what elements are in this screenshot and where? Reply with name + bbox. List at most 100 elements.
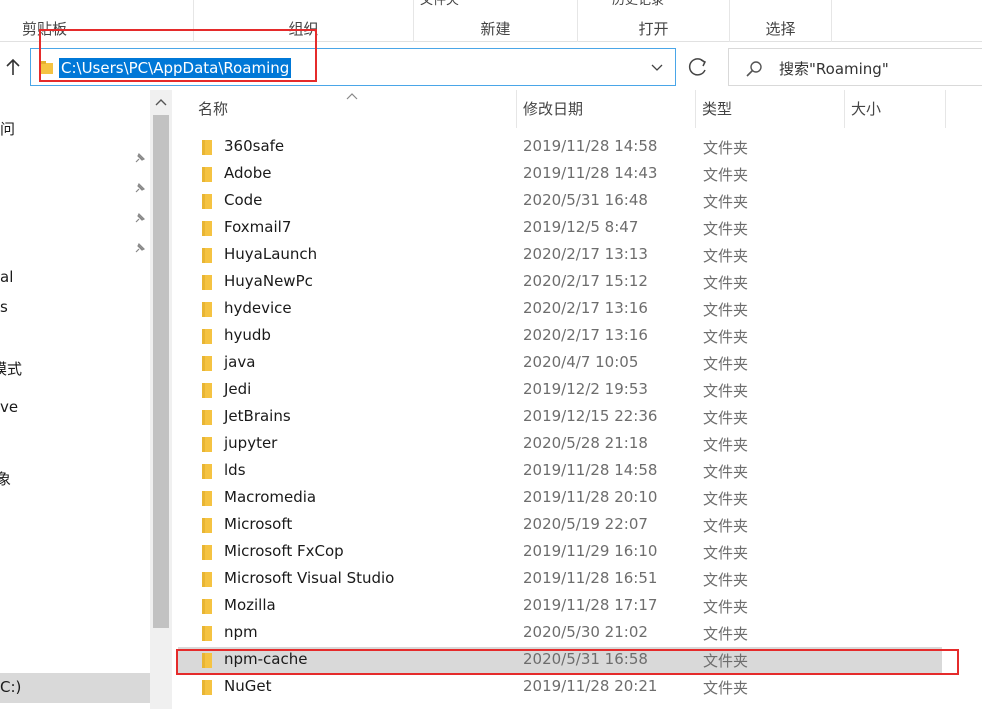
- table-row[interactable]: JetBrains 2019/12/15 22:36 文件夹: [172, 404, 982, 431]
- table-row[interactable]: npm 2020/5/30 21:02 文件夹: [172, 620, 982, 647]
- column-date[interactable]: 修改日期: [517, 90, 696, 128]
- table-row[interactable]: HuyaLaunch 2020/2/17 13:13 文件夹: [172, 242, 982, 269]
- nav-item-drive-c[interactable]: C:): [0, 678, 21, 696]
- pin-icon[interactable]: [133, 241, 147, 255]
- file-date: 2019/11/28 14:58: [523, 461, 658, 479]
- file-type: 文件夹: [703, 220, 749, 238]
- nav-item[interactable]: al: [0, 268, 13, 286]
- table-row[interactable]: Foxmail7 2019/12/5 8:47 文件夹: [172, 215, 982, 242]
- folder-icon: [202, 140, 212, 155]
- file-name: Jedi: [224, 380, 252, 398]
- file-type: 文件夹: [703, 463, 749, 481]
- file-date: 2019/12/2 19:53: [523, 380, 648, 398]
- scroll-thumb[interactable]: [153, 115, 169, 628]
- file-type: 文件夹: [703, 598, 749, 616]
- table-row[interactable]: java 2020/4/7 10:05 文件夹: [172, 350, 982, 377]
- table-row[interactable]: Macromedia 2019/11/28 20:10 文件夹: [172, 485, 982, 512]
- file-name: hyudb: [224, 326, 271, 344]
- pin-icon[interactable]: [133, 151, 147, 165]
- chevron-down-icon[interactable]: [651, 62, 663, 72]
- table-row[interactable]: Microsoft FxCop 2019/11/29 16:10 文件夹: [172, 539, 982, 566]
- file-type: 文件夹: [703, 652, 749, 670]
- table-row[interactable]: Adobe 2019/11/28 14:43 文件夹: [172, 161, 982, 188]
- address-path[interactable]: C:\Users\PC\AppData\Roaming: [59, 58, 292, 78]
- file-name: npm: [224, 623, 258, 641]
- file-date: 2020/2/17 15:12: [523, 272, 648, 290]
- ribbon-group-clipboard[interactable]: 剪贴板: [0, 0, 194, 42]
- table-row[interactable]: HuyaNewPc 2020/2/17 15:12 文件夹: [172, 269, 982, 296]
- file-name: hydevice: [224, 299, 292, 317]
- nav-item[interactable]: 问: [0, 118, 15, 139]
- search-placeholder: 搜索"Roaming": [779, 60, 889, 78]
- ribbon-group-select[interactable]: 选择: [730, 0, 832, 42]
- folder-icon: [202, 302, 212, 317]
- file-date: 2019/11/28 20:10: [523, 488, 658, 506]
- nav-item[interactable]: 象: [0, 468, 11, 489]
- table-row[interactable]: 360safe 2019/11/28 14:58 文件夹: [172, 134, 982, 161]
- file-date: 2019/11/28 14:58: [523, 137, 658, 155]
- pin-icon[interactable]: [133, 181, 147, 195]
- file-name: lds: [224, 461, 246, 479]
- column-type[interactable]: 类型: [696, 90, 845, 128]
- table-row[interactable]: hydevice 2020/2/17 13:16 文件夹: [172, 296, 982, 323]
- file-type: 文件夹: [703, 328, 749, 346]
- file-name: Foxmail7: [224, 218, 292, 236]
- table-row-selected[interactable]: npm-cache 2020/5/31 16:58 文件夹: [178, 647, 942, 674]
- table-row[interactable]: jupyter 2020/5/28 21:18 文件夹: [172, 431, 982, 458]
- ribbon: 剪贴板 组织 文件夹 新建 历史记录 打开 选择: [0, 0, 982, 42]
- ribbon-group-open[interactable]: 历史记录 打开: [578, 0, 730, 42]
- up-arrow-icon[interactable]: [4, 57, 22, 77]
- file-date: 2020/5/30 21:02: [523, 623, 648, 641]
- address-row: C:\Users\PC\AppData\Roaming 搜索"Roaming": [0, 42, 982, 90]
- file-name: JetBrains: [224, 407, 291, 425]
- folder-icon: [202, 410, 212, 425]
- table-row[interactable]: Code 2020/5/31 16:48 文件夹: [172, 188, 982, 215]
- search-input[interactable]: 搜索"Roaming": [728, 48, 982, 86]
- file-date: 2020/5/31 16:58: [523, 650, 648, 668]
- ribbon-group-label: 新建: [480, 20, 511, 38]
- folder-icon: [202, 518, 212, 533]
- file-type: 文件夹: [703, 409, 749, 427]
- folder-icon: [202, 680, 212, 695]
- file-type: 文件夹: [703, 382, 749, 400]
- refresh-icon[interactable]: [680, 48, 716, 86]
- ribbon-group-new[interactable]: 文件夹 新建: [414, 0, 578, 42]
- folder-icon: [202, 572, 212, 587]
- table-row[interactable]: Mozilla 2019/11/28 17:17 文件夹: [172, 593, 982, 620]
- file-date: 2020/5/28 21:18: [523, 434, 648, 452]
- pin-icon[interactable]: [133, 211, 147, 225]
- table-row[interactable]: Jedi 2019/12/2 19:53 文件夹: [172, 377, 982, 404]
- ribbon-group-label: 打开: [638, 20, 669, 38]
- folder-icon: [202, 329, 212, 344]
- folder-icon: [202, 599, 212, 614]
- file-type: 文件夹: [703, 355, 749, 373]
- nav-item[interactable]: 模式: [0, 358, 22, 379]
- file-type: 文件夹: [703, 274, 749, 292]
- column-name[interactable]: 名称: [192, 90, 517, 128]
- history-label[interactable]: 历史记录: [578, 0, 729, 8]
- file-type: 文件夹: [703, 544, 749, 562]
- folder-icon: [41, 61, 53, 74]
- table-row[interactable]: lds 2019/11/28 14:58 文件夹: [172, 458, 982, 485]
- file-type: 文件夹: [703, 625, 749, 643]
- nav-item[interactable]: s: [0, 298, 8, 316]
- file-type: 文件夹: [703, 490, 749, 508]
- column-size[interactable]: 大小: [845, 90, 946, 128]
- file-date: 2020/2/17 13:16: [523, 299, 648, 317]
- folder-icon: [202, 275, 212, 290]
- folder-icon: [202, 383, 212, 398]
- file-type: 文件夹: [703, 436, 749, 454]
- folder-icon: [202, 194, 212, 209]
- new-folder-label[interactable]: 文件夹: [414, 0, 577, 8]
- scroll-up-icon[interactable]: [155, 98, 167, 106]
- address-bar[interactable]: C:\Users\PC\AppData\Roaming: [30, 48, 676, 86]
- table-row[interactable]: Microsoft 2020/5/19 22:07 文件夹: [172, 512, 982, 539]
- navigation-pane: 问 al s 模式 ve 象 C:): [0, 90, 150, 709]
- nav-item[interactable]: ve: [0, 398, 18, 416]
- table-row[interactable]: NuGet 2019/11/28 20:21 文件夹: [172, 674, 982, 701]
- file-name: Macromedia: [224, 488, 317, 506]
- table-row[interactable]: hyudb 2020/2/17 13:16 文件夹: [172, 323, 982, 350]
- nav-scrollbar[interactable]: [150, 90, 172, 709]
- table-row[interactable]: Microsoft Visual Studio 2019/11/28 16:51 文…: [172, 566, 982, 593]
- ribbon-group-organize[interactable]: 组织: [194, 0, 414, 42]
